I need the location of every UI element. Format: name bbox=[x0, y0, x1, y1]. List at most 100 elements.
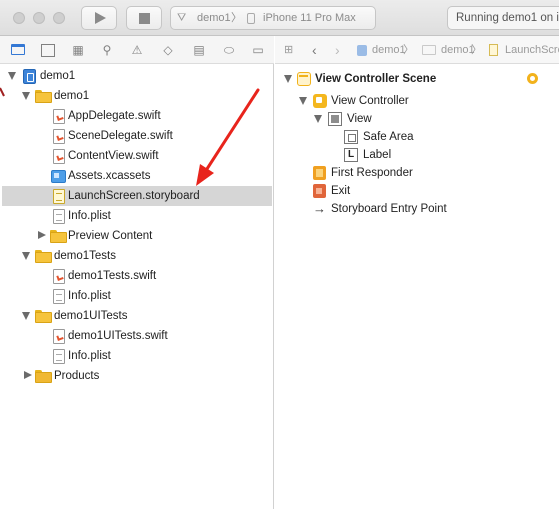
label-icon: L bbox=[344, 148, 358, 162]
test-icon[interactable]: ◇ bbox=[161, 43, 175, 57]
outline-label: View Controller Scene bbox=[315, 73, 437, 85]
disclosure-open-icon[interactable] bbox=[22, 92, 30, 100]
disclosure-open-icon[interactable] bbox=[8, 72, 16, 80]
outline-row-exit[interactable]: Exit bbox=[275, 182, 555, 200]
close-window-button[interactable] bbox=[13, 12, 25, 24]
debug-icon[interactable]: ▤ bbox=[192, 43, 206, 57]
report-icon[interactable]: ▭ bbox=[251, 43, 265, 57]
tree-row-folder[interactable]: demo1UITests bbox=[2, 306, 272, 326]
folder-icon[interactable] bbox=[11, 44, 25, 55]
outline-row-view[interactable]: View bbox=[275, 110, 555, 128]
tree-row-file[interactable]: ContentView.swift bbox=[2, 146, 272, 166]
tree-row-project[interactable]: demo1 bbox=[2, 66, 272, 86]
folder-icon bbox=[35, 90, 52, 103]
tree-row-label: demo1Tests bbox=[54, 250, 117, 262]
disclosure-open-icon[interactable] bbox=[299, 97, 307, 105]
tree-row-file[interactable]: AppDelegate.swift bbox=[2, 106, 272, 126]
breakpoint-icon[interactable]: ⬭ bbox=[222, 43, 236, 57]
issue-icon[interactable]: ⚠ bbox=[130, 43, 144, 57]
tree-row-label: demo1UITests.swift bbox=[68, 330, 168, 342]
outline-row-scene[interactable]: View Controller Scene bbox=[275, 70, 555, 88]
disclosure-closed-icon[interactable] bbox=[38, 231, 46, 239]
run-button[interactable] bbox=[81, 6, 117, 30]
back-chevron-icon[interactable]: ‹ bbox=[312, 36, 317, 63]
plist-file-icon bbox=[53, 209, 65, 224]
jump-bar: ⊞ ‹ › demo1 〉 demo1 〉 LaunchScreen.story… bbox=[275, 36, 559, 64]
crumb-folder[interactable]: demo1 bbox=[441, 36, 475, 63]
tree-row-label: Preview Content bbox=[68, 230, 153, 242]
outline-row-safe-area[interactable]: Safe Area bbox=[275, 128, 555, 146]
plist-file-icon bbox=[53, 349, 65, 364]
tree-row-label: demo1UITests bbox=[54, 310, 128, 322]
scene-badge-icon bbox=[527, 73, 538, 84]
folder-icon bbox=[35, 250, 52, 263]
navigator-tab-bar: ▦ ⚲ ⚠ ◇ ▤ ⬭ ▭ bbox=[0, 36, 274, 64]
tree-row-folder[interactable]: demo1 bbox=[2, 86, 272, 106]
tree-row-label: demo1Tests.swift bbox=[68, 270, 157, 282]
outline-row-first-responder[interactable]: First Responder bbox=[275, 164, 555, 182]
view-icon bbox=[328, 112, 342, 126]
folder-icon bbox=[35, 310, 52, 323]
app-target-icon: ⛛ bbox=[177, 12, 187, 24]
tree-row-file[interactable]: demo1Tests.swift bbox=[2, 266, 272, 286]
safe-area-icon bbox=[344, 130, 358, 144]
tree-row-label: Assets.xcassets bbox=[68, 170, 151, 182]
scheme-device-label[interactable]: iPhone 11 Pro Max bbox=[263, 7, 356, 29]
outline-label: Safe Area bbox=[363, 131, 414, 143]
tree-row-label: Products bbox=[54, 370, 100, 382]
disclosure-open-icon[interactable] bbox=[22, 252, 30, 260]
disclosure-open-icon[interactable] bbox=[284, 75, 292, 83]
storyboard-crumb-icon bbox=[489, 44, 498, 56]
tree-row-file[interactable]: Info.plist bbox=[2, 206, 272, 226]
find-icon[interactable]: ⚲ bbox=[100, 43, 114, 57]
folder-crumb-icon bbox=[422, 45, 436, 55]
outline-label: First Responder bbox=[331, 167, 413, 179]
disclosure-open-icon[interactable] bbox=[314, 115, 322, 123]
disclosure-open-icon[interactable] bbox=[22, 312, 30, 320]
asset-catalog-icon bbox=[51, 170, 66, 183]
tree-row-folder[interactable]: Preview Content bbox=[2, 226, 272, 246]
outline-row-entry-point[interactable]: → Storyboard Entry Point bbox=[275, 200, 555, 218]
tree-row-file[interactable]: Assets.xcassets bbox=[2, 166, 272, 186]
scheme-target-label: demo1 bbox=[197, 12, 231, 24]
tree-row-folder[interactable]: demo1Tests bbox=[2, 246, 272, 266]
symbol-icon[interactable]: ▦ bbox=[71, 43, 85, 57]
project-navigator: ▦ ⚲ ⚠ ◇ ▤ ⬭ ▭ demo1 demo1 AppDelegate.sw… bbox=[0, 36, 274, 509]
tree-row-label: demo1 bbox=[40, 70, 76, 82]
tree-row-file[interactable]: demo1UITests.swift bbox=[2, 326, 272, 346]
crumb-separator: 〉 bbox=[403, 44, 414, 56]
tree-row-label: SceneDelegate.swift bbox=[68, 130, 173, 142]
tree-row-file-selected[interactable]: LaunchScreen.storyboard bbox=[2, 186, 272, 206]
tree-row-label: demo1 bbox=[54, 90, 90, 102]
outline-row-label[interactable]: L Label bbox=[275, 146, 555, 164]
activity-status: Running demo1 on i bbox=[447, 6, 559, 30]
tree-row-file[interactable]: Info.plist bbox=[2, 286, 272, 306]
tree-row-folder[interactable]: Products bbox=[2, 366, 272, 386]
tree-row-file[interactable]: SceneDelegate.swift bbox=[2, 126, 272, 146]
disclosure-closed-icon[interactable] bbox=[24, 371, 32, 379]
scheme-selector[interactable]: ⛛ demo1 〉 iPhone 11 Pro Max bbox=[170, 6, 376, 30]
plist-file-icon bbox=[53, 289, 65, 304]
project-icon bbox=[23, 69, 36, 84]
device-icon bbox=[247, 13, 255, 24]
source-control-icon[interactable] bbox=[41, 44, 55, 57]
tree-row-label: LaunchScreen.storyboard bbox=[68, 190, 200, 202]
products-folder-icon bbox=[35, 370, 52, 383]
tree-row-label: Info.plist bbox=[68, 290, 111, 302]
related-items-icon[interactable]: ⊞ bbox=[284, 36, 293, 63]
zoom-window-button[interactable] bbox=[53, 12, 65, 24]
minimize-window-button[interactable] bbox=[33, 12, 45, 24]
tree-row-label: AppDelegate.swift bbox=[68, 110, 161, 122]
swift-file-icon bbox=[53, 109, 65, 124]
outline-row-view-controller[interactable]: View Controller bbox=[275, 92, 555, 110]
first-responder-icon bbox=[313, 166, 326, 180]
swift-file-icon bbox=[53, 129, 65, 144]
tree-row-file[interactable]: Info.plist bbox=[2, 346, 272, 366]
forward-chevron-icon[interactable]: › bbox=[335, 36, 340, 63]
project-crumb-icon bbox=[357, 45, 367, 56]
tree-row-label: Info.plist bbox=[68, 210, 111, 222]
crumb-file[interactable]: LaunchScreen.storyb bbox=[505, 36, 559, 63]
stop-button[interactable] bbox=[126, 6, 162, 30]
crumb-project[interactable]: demo1 bbox=[372, 36, 406, 63]
outline-label: View bbox=[347, 113, 372, 125]
